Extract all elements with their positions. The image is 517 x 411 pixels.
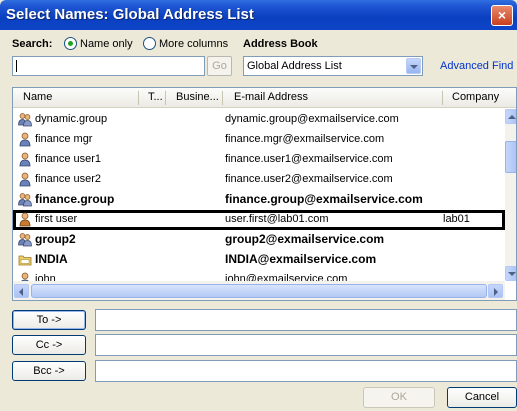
advanced-find-link[interactable]: Advanced Find xyxy=(440,60,513,72)
group-icon xyxy=(18,232,32,247)
vertical-scrollbar[interactable] xyxy=(505,109,516,281)
arrow-left-icon xyxy=(19,288,23,296)
search-input[interactable] xyxy=(12,56,205,76)
entry-name: finance mgr xyxy=(35,133,93,145)
list-item[interactable]: finance user2 finance.user2@exmailservice… xyxy=(13,170,505,190)
entry-name: group2 xyxy=(35,232,76,246)
title-bar[interactable]: Select Names: Global Address List × xyxy=(0,0,517,30)
column-header-type[interactable]: T... xyxy=(148,91,163,103)
entry-email: group2@exmailservice.com xyxy=(225,232,385,246)
column-header-business[interactable]: Busine... xyxy=(176,91,219,103)
column-divider[interactable] xyxy=(442,91,443,105)
radio-selected-icon[interactable] xyxy=(64,37,77,50)
radio-unselected-icon[interactable] xyxy=(143,37,156,50)
column-header-email[interactable]: E-mail Address xyxy=(234,91,308,103)
bcc-field[interactable] xyxy=(95,360,517,382)
user-icon xyxy=(18,152,32,167)
contact-icon xyxy=(18,212,32,227)
entry-email: user.first@lab01.com xyxy=(225,213,329,225)
text-caret xyxy=(16,60,17,72)
scroll-down-button[interactable] xyxy=(505,266,516,281)
column-header-name[interactable]: Name xyxy=(23,91,52,103)
column-divider[interactable] xyxy=(138,91,139,105)
to-field[interactable] xyxy=(95,309,517,331)
list-item[interactable]: group2 group2@exmailservice.com xyxy=(13,230,505,250)
scroll-left-button[interactable] xyxy=(14,284,29,298)
entry-email: finance.group@exmailservice.com xyxy=(225,192,423,206)
group-icon xyxy=(18,112,32,127)
radio-name-only-label: Name only xyxy=(80,37,133,50)
entry-email: INDIA@exmailservice.com xyxy=(225,252,377,266)
cc-button[interactable]: Cc -> xyxy=(12,335,86,355)
user-icon xyxy=(18,172,32,187)
close-icon[interactable]: × xyxy=(491,5,513,26)
column-header-company[interactable]: Company xyxy=(452,91,499,103)
scroll-right-button[interactable] xyxy=(488,284,503,298)
list-item[interactable]: finance user1 finance.user1@exmailservice… xyxy=(13,150,505,170)
window-title: Select Names: Global Address List xyxy=(6,6,254,23)
list-item[interactable]: first user user.first@lab01.com lab01 xyxy=(13,210,505,230)
vertical-scroll-thumb[interactable] xyxy=(505,141,516,173)
search-label: Search: xyxy=(12,38,53,50)
horizontal-scrollbar[interactable] xyxy=(13,281,505,300)
entry-name: finance user2 xyxy=(35,173,102,185)
list-item[interactable]: INDIA INDIA@exmailservice.com xyxy=(13,250,505,270)
entry-name: finance user1 xyxy=(35,153,102,165)
list-item[interactable]: finance mgr finance.mgr@exmailservice.com xyxy=(13,130,505,150)
group-icon xyxy=(18,192,32,207)
arrow-up-icon xyxy=(508,115,516,119)
entry-name: finance.group xyxy=(35,192,115,206)
folder-icon xyxy=(18,252,32,267)
entry-name: dynamic.group xyxy=(35,113,108,125)
address-book-select[interactable]: Global Address List xyxy=(243,56,423,76)
bcc-button[interactable]: Bcc -> xyxy=(12,361,86,381)
ok-button[interactable]: OK xyxy=(363,387,435,408)
radio-name-only[interactable]: Name only xyxy=(64,37,133,50)
cc-field[interactable] xyxy=(95,334,517,356)
user-icon xyxy=(18,132,32,147)
radio-more-columns-label: More columns xyxy=(159,37,229,50)
column-divider[interactable] xyxy=(165,91,166,105)
list-item[interactable]: dynamic.group dynamic.group@exmailservice… xyxy=(13,110,505,130)
entry-company: lab01 xyxy=(443,213,470,225)
address-list[interactable]: Name T... Busine... E-mail Address Compa… xyxy=(12,87,517,301)
scroll-up-button[interactable] xyxy=(505,109,516,124)
arrow-down-icon xyxy=(508,272,516,276)
entry-email: finance.user1@exmailservice.com xyxy=(225,153,393,165)
list-item[interactable]: finance.group finance.group@exmailservice… xyxy=(13,190,505,210)
select-names-dialog: Select Names: Global Address List × Sear… xyxy=(0,0,517,411)
cancel-button[interactable]: Cancel xyxy=(447,387,517,408)
chevron-down-icon[interactable] xyxy=(406,58,421,74)
arrow-right-icon xyxy=(494,288,498,296)
horizontal-scroll-thumb[interactable] xyxy=(31,284,487,298)
entry-email: finance.mgr@exmailservice.com xyxy=(225,133,385,145)
to-button[interactable]: To -> xyxy=(12,310,86,330)
entry-name: first user xyxy=(35,213,78,225)
list-header: Name T... Busine... E-mail Address Compa… xyxy=(13,88,516,108)
column-divider[interactable] xyxy=(222,91,223,105)
go-button[interactable]: Go xyxy=(207,56,232,76)
radio-more-columns[interactable]: More columns xyxy=(143,37,228,50)
entry-name: INDIA xyxy=(35,252,68,266)
address-book-label: Address Book xyxy=(243,38,318,50)
address-book-selected: Global Address List xyxy=(247,60,342,72)
entry-email: finance.user2@exmailservice.com xyxy=(225,173,393,185)
entry-email: dynamic.group@exmailservice.com xyxy=(225,113,399,125)
